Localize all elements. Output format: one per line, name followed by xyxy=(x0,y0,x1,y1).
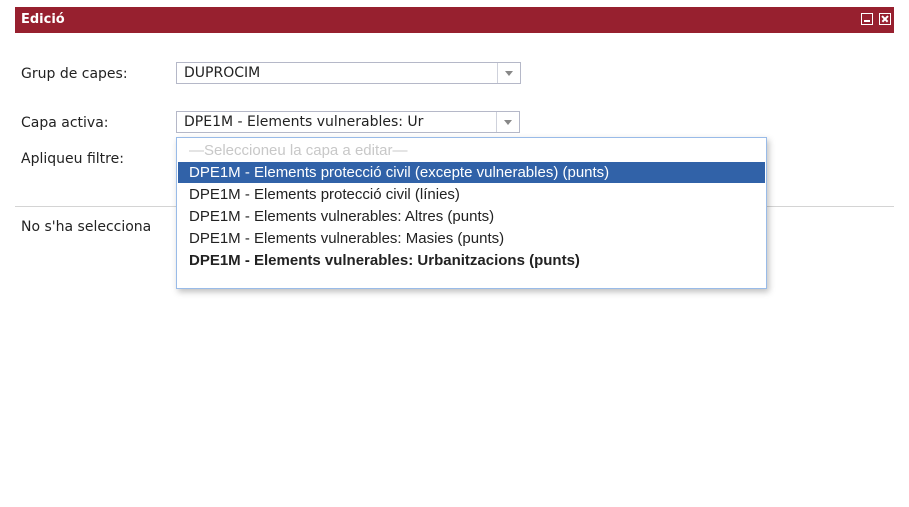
dropdown-option[interactable]: DPE1M - Elements vulnerables: Altres (pu… xyxy=(178,206,765,227)
group-label: Grup de capes: xyxy=(21,66,128,82)
status-text: No s'ha selecciona xyxy=(21,219,152,235)
layer-select-value: DPE1M - Elements vulnerables: Ur xyxy=(184,114,424,130)
dropdown-option[interactable]: DPE1M - Elements protecció civil (línies… xyxy=(178,184,765,205)
group-select-value: DUPROCIM xyxy=(184,65,261,81)
layer-dropdown-list: —Seleccioneu la capa a editar— DPE1M - E… xyxy=(176,137,767,289)
dropdown-option[interactable]: DPE1M - Elements vulnerables: Urbanitzac… xyxy=(178,250,765,271)
dropdown-option[interactable]: DPE1M - Elements protecció civil (except… xyxy=(178,162,765,183)
chevron-down-icon[interactable] xyxy=(497,63,520,83)
layer-label: Capa activa: xyxy=(21,115,109,131)
minimize-icon[interactable] xyxy=(861,13,873,25)
dropdown-option[interactable]: DPE1M - Elements vulnerables: Masies (pu… xyxy=(178,228,765,249)
layer-select[interactable]: DPE1M - Elements vulnerables: Ur xyxy=(176,111,520,133)
window-titlebar: Edició xyxy=(15,7,894,33)
window-title: Edició xyxy=(21,12,65,27)
filter-label: Apliqueu filtre: xyxy=(21,151,124,167)
dropdown-placeholder[interactable]: —Seleccioneu la capa a editar— xyxy=(178,140,765,161)
chevron-down-icon[interactable] xyxy=(496,112,519,132)
group-select[interactable]: DUPROCIM xyxy=(176,62,521,84)
close-icon[interactable] xyxy=(879,13,891,25)
